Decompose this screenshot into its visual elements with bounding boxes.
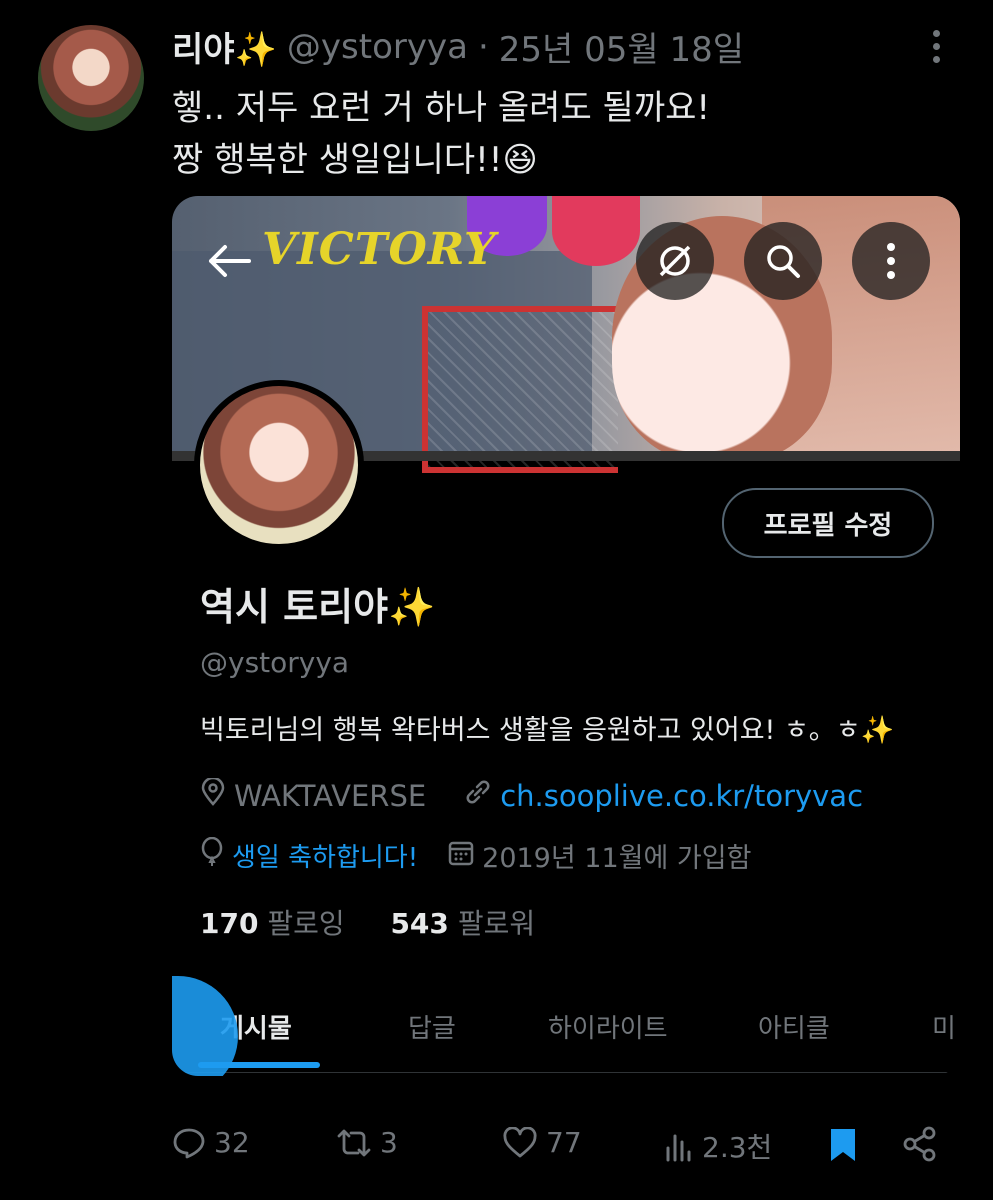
location-text: WAKTAVERSE: [234, 778, 427, 813]
followers-count[interactable]: 543: [390, 907, 448, 940]
location-pin-icon: [200, 776, 226, 813]
reply-icon: [173, 1128, 205, 1158]
tweet-action-bar: 32 3 77 2.3천: [0, 1126, 993, 1176]
profile-meta-row-1: WAKTAVERSE ch.sooplive.co.kr/toryvac: [200, 776, 863, 813]
repost-button[interactable]: 3: [336, 1126, 398, 1159]
repost-count: 3: [380, 1126, 398, 1159]
views-button[interactable]: 2.3천: [664, 1126, 772, 1166]
more-vertical-icon[interactable]: [852, 222, 930, 300]
attached-image[interactable]: VICTORY 프로필 수정 역시 토리야✨ @ystoryya 빅토리님의 행…: [172, 196, 960, 1076]
share-icon: [903, 1126, 936, 1162]
more-options-icon[interactable]: [926, 30, 946, 70]
back-arrow-icon[interactable]: [190, 222, 268, 300]
tweet-text-line-1: 헿.. 저두 요런 거 하나 올려도 될까요!: [172, 88, 711, 128]
tweet-text-line-2: 짱 행복한 생일입니다!!😆: [172, 140, 538, 180]
views-count: 2.3천: [702, 1131, 773, 1164]
profile-meta-row-2: 생일 축하합니다! 2019년 11월에 가입함: [200, 836, 751, 875]
tweet-date[interactable]: 25년 05월 18일: [499, 22, 744, 71]
author-handle[interactable]: @ystoryya: [287, 27, 468, 67]
share-button[interactable]: [902, 1126, 938, 1162]
profile-handle: @ystoryya: [200, 646, 350, 679]
link-icon: [464, 778, 492, 813]
following-label[interactable]: 팔로잉: [267, 907, 344, 940]
reply-count: 32: [214, 1126, 250, 1159]
bookmark-button[interactable]: [828, 1126, 858, 1164]
heart-icon: [503, 1126, 537, 1157]
author-avatar[interactable]: [38, 25, 144, 131]
reply-button[interactable]: 32: [172, 1126, 250, 1159]
search-icon[interactable]: [744, 222, 822, 300]
tab-media[interactable]: 미: [932, 1008, 956, 1045]
display-name: 역시 토리야✨: [200, 585, 436, 629]
repost-icon: [337, 1129, 371, 1156]
profile-avatar[interactable]: [194, 380, 364, 550]
touch-indicator: [172, 976, 238, 1076]
bookmark-icon: [831, 1129, 855, 1161]
balloon-icon: [200, 836, 224, 874]
profile-link[interactable]: ch.sooplive.co.kr/toryvac: [500, 779, 863, 813]
views-icon: [666, 1134, 691, 1162]
grok-icon[interactable]: [636, 222, 714, 300]
separator-dot: ·: [477, 26, 489, 67]
tab-highlights[interactable]: 하이라이트: [548, 1008, 668, 1045]
balloon-red: [552, 196, 640, 266]
tweet-header: 리야✨ @ystoryya · 25년 05월 18일: [172, 22, 744, 71]
banner-text: VICTORY: [262, 224, 497, 275]
birthday-link[interactable]: 생일 축하합니다!: [232, 837, 418, 874]
active-tab-indicator: [198, 1062, 320, 1068]
joined-date: 2019년 11월에 가입함: [482, 843, 752, 874]
like-button[interactable]: 77: [502, 1126, 582, 1159]
edit-profile-button[interactable]: 프로필 수정: [722, 488, 934, 558]
profile-bio: 빅토리님의 행복 왁타버스 생활을 응원하고 있어요! ㅎ。ㅎ✨: [200, 715, 895, 746]
tab-replies[interactable]: 답글: [408, 1008, 456, 1045]
follow-stats: 170 팔로잉 543 팔로워: [200, 902, 535, 942]
following-count[interactable]: 170: [200, 907, 258, 940]
calendar-icon: [448, 839, 474, 873]
like-count: 77: [546, 1126, 582, 1159]
tab-articles[interactable]: 아티클: [758, 1008, 830, 1045]
author-name[interactable]: 리야✨: [172, 22, 277, 71]
goal-net: [422, 306, 618, 473]
followers-label[interactable]: 팔로워: [458, 907, 535, 940]
